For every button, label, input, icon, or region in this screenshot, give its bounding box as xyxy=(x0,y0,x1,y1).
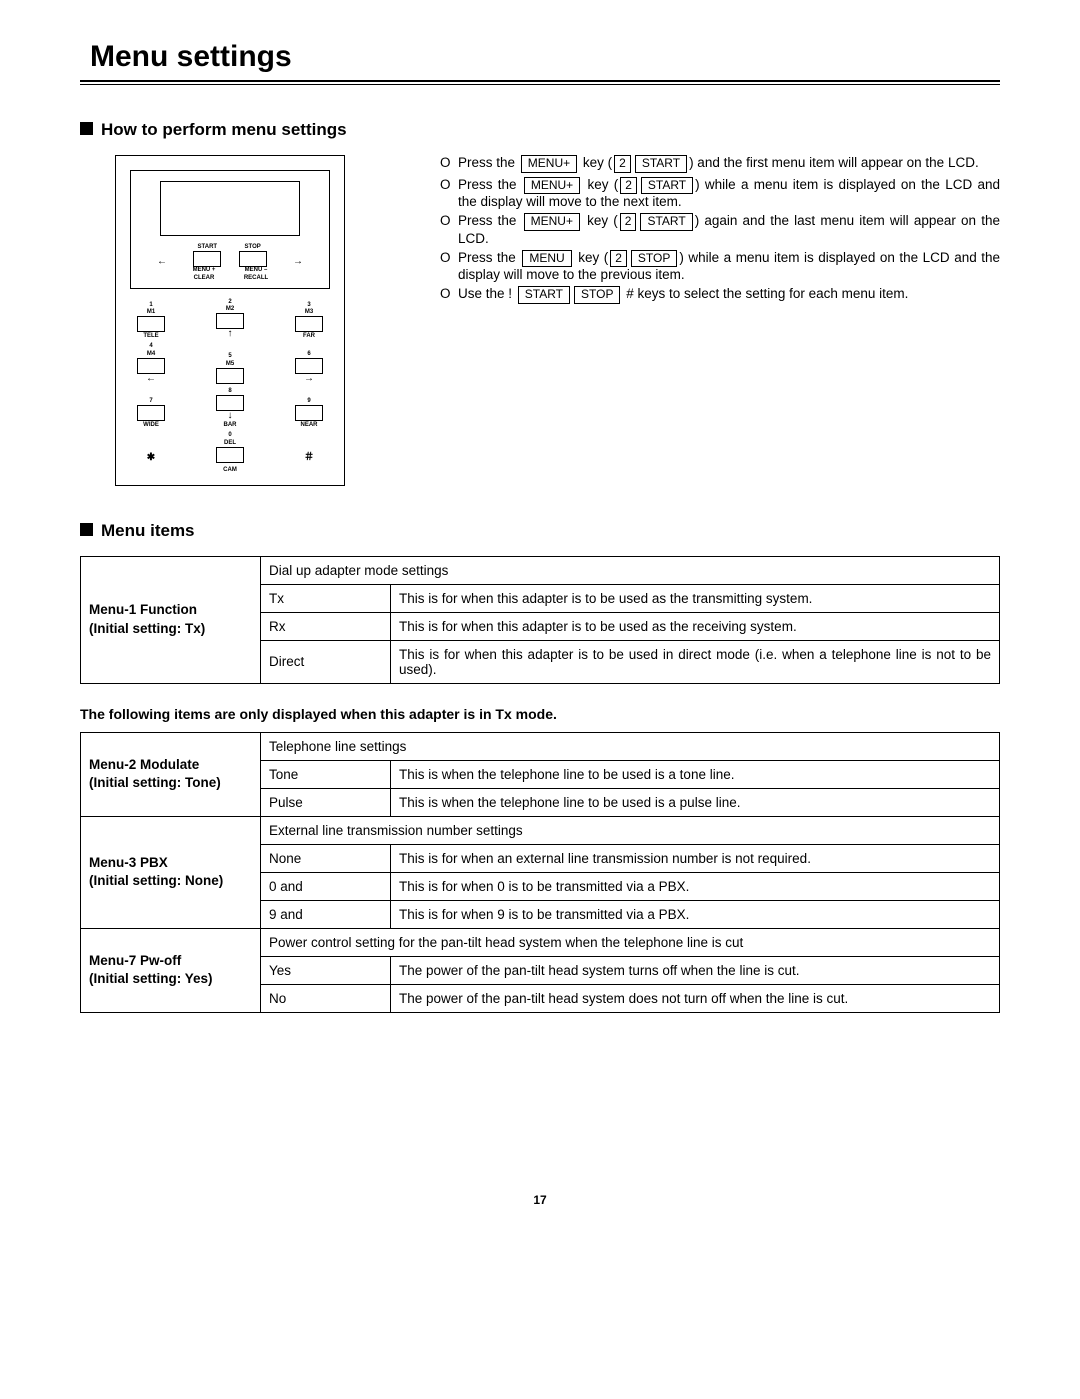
keypad-diagram: ← START STOP → MENU + MENU – CLEAR RECAL… xyxy=(115,155,345,486)
key-clear-label: CLEAR xyxy=(194,275,215,281)
instruction-item: OPress the MENU+ key (2START) while a me… xyxy=(440,177,1000,210)
menu1-desc: This is for when this adapter is to be u… xyxy=(391,640,1000,683)
menu-caption: Telephone line settings xyxy=(261,732,1000,760)
menu-desc: This is for when 9 is to be transmitted … xyxy=(391,900,1000,928)
menu-option: Tone xyxy=(261,760,391,788)
page-number: 17 xyxy=(80,1193,1000,1207)
key-stop-label: STOP xyxy=(245,244,261,250)
menu1-caption: Dial up adapter mode settings xyxy=(261,556,1000,584)
keycap: MENU+ xyxy=(521,155,577,173)
section-heading-1: How to perform menu settings xyxy=(80,120,1000,140)
menu-header: Menu-2 Modulate(Initial setting: Tone) xyxy=(81,732,261,816)
key-start-label: START xyxy=(198,244,218,250)
keypad-key: 5M5 xyxy=(209,353,251,384)
key-menu-minus-label: MENU – xyxy=(245,267,268,273)
key-stop xyxy=(239,251,267,267)
keycap: MENU xyxy=(522,250,571,268)
menu-desc: This is when the telephone line to be us… xyxy=(391,760,1000,788)
menu-desc: This is when the telephone line to be us… xyxy=(391,788,1000,816)
menu-caption: External line transmission number settin… xyxy=(261,816,1000,844)
keycap: 2 xyxy=(620,213,637,231)
menu-option: No xyxy=(261,984,391,1012)
page-title: Menu settings xyxy=(90,40,1000,74)
menu-header: Menu-3 PBX(Initial setting: None) xyxy=(81,816,261,928)
key-recall-label: RECALL xyxy=(244,275,268,281)
square-bullet-icon xyxy=(80,523,93,536)
arrow-left-icon: ← xyxy=(157,257,167,267)
menu1-option: Rx xyxy=(261,612,391,640)
instruction-item: OPress the MENU key (2STOP) while a menu… xyxy=(440,250,1000,283)
lcd-display xyxy=(160,181,300,236)
keycap: START xyxy=(518,286,570,304)
menu-option: 0 and xyxy=(261,872,391,900)
menu1-desc: This is for when this adapter is to be u… xyxy=(391,612,1000,640)
key-start xyxy=(193,251,221,267)
keycap: START xyxy=(640,213,692,231)
keycap: MENU+ xyxy=(524,177,580,195)
key-cam-label: CAM xyxy=(130,467,330,473)
keycap: STOP xyxy=(631,250,677,268)
keypad-key: ✱ xyxy=(130,453,172,463)
menu-option: Pulse xyxy=(261,788,391,816)
menu1-option: Direct xyxy=(261,640,391,683)
keycap: 2 xyxy=(614,155,631,173)
menu-desc: This is for when 0 is to be transmitted … xyxy=(391,872,1000,900)
menu1-option: Tx xyxy=(261,584,391,612)
keycap: 2 xyxy=(610,250,627,268)
instruction-item: OPress the MENU+ key (2START) and the fi… xyxy=(440,155,1000,173)
menu-caption: Power control setting for the pan-tilt h… xyxy=(261,928,1000,956)
keypad-key: 7WIDE xyxy=(130,398,172,428)
instruction-item: OPress the MENU+ key (2START) again and … xyxy=(440,213,1000,246)
keypad-key: 0DEL xyxy=(209,432,251,463)
menu1-header: Menu-1 Function(Initial setting: Tx) xyxy=(81,556,261,683)
title-rule-thick xyxy=(80,80,1000,82)
menu-desc: The power of the pan-tilt head system do… xyxy=(391,984,1000,1012)
menu-desc: The power of the pan-tilt head system tu… xyxy=(391,956,1000,984)
instruction-list: OPress the MENU+ key (2START) and the fi… xyxy=(440,155,1000,304)
menu-desc: This is for when an external line transm… xyxy=(391,844,1000,872)
arrow-right-icon: → xyxy=(293,257,303,267)
menu-option: Yes xyxy=(261,956,391,984)
keycap: START xyxy=(641,177,693,195)
square-bullet-icon xyxy=(80,122,93,135)
menu-option: None xyxy=(261,844,391,872)
keypad-key: 6→ xyxy=(288,351,330,384)
keycap: MENU+ xyxy=(524,213,580,231)
keypad-key: 8↓BAR xyxy=(209,388,251,428)
keycap: START xyxy=(635,155,687,173)
title-rule-thin xyxy=(80,84,1000,85)
keycap: 2 xyxy=(620,177,637,195)
instruction-item: OUse the ! STARTSTOP # keys to select th… xyxy=(440,286,1000,304)
keypad-key: 2M2↑ xyxy=(209,299,251,340)
keycap: STOP xyxy=(574,286,620,304)
tx-mode-note: The following items are only displayed w… xyxy=(80,706,1000,722)
menu-option: 9 and xyxy=(261,900,391,928)
menu-table-2: Menu-2 Modulate(Initial setting: Tone)Te… xyxy=(80,732,1000,1013)
keypad-key: ＃ xyxy=(288,453,330,463)
menu-table-1: Menu-1 Function(Initial setting: Tx)Dial… xyxy=(80,556,1000,684)
keypad-key: 1M1TELE xyxy=(130,302,172,340)
section-heading-2: Menu items xyxy=(80,521,1000,541)
keypad-key: 9NEAR xyxy=(288,398,330,428)
section-heading-2-text: Menu items xyxy=(101,521,195,540)
section-heading-1-text: How to perform menu settings xyxy=(101,120,347,139)
keypad-key: 4M4← xyxy=(130,343,172,384)
menu1-desc: This is for when this adapter is to be u… xyxy=(391,584,1000,612)
key-menu-plus-label: MENU + xyxy=(193,267,216,273)
menu-header: Menu-7 Pw-off(Initial setting: Yes) xyxy=(81,928,261,1012)
keypad-key: 3M3FAR xyxy=(288,302,330,340)
